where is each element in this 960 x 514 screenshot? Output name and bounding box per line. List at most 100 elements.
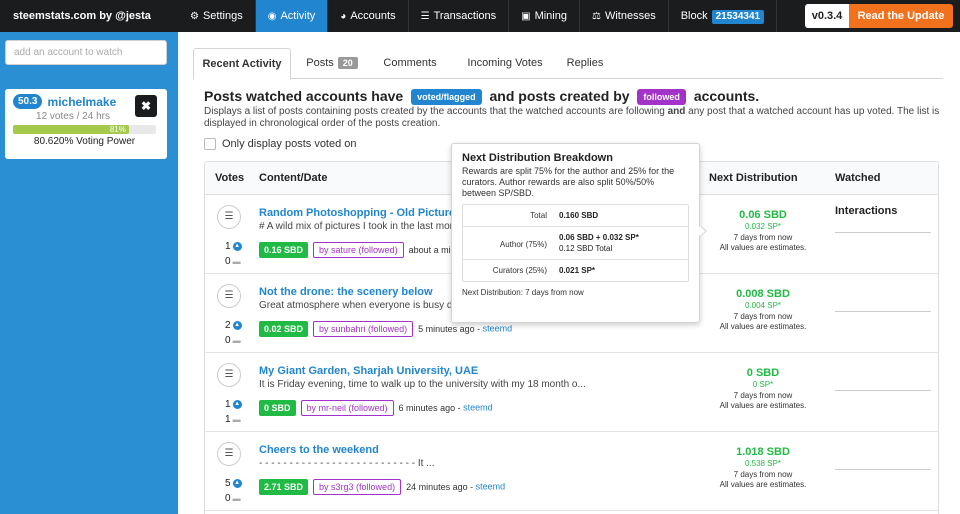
nav-block[interactable]: Block 21534341 — [669, 0, 778, 32]
pie-icon: ◕ — [340, 11, 347, 22]
breakdown-label: Total — [530, 211, 547, 220]
tab-label: Incoming Votes — [467, 57, 543, 69]
breakdown-row-author: Author (75%) 0.06 SBD + 0.032 SP* 0.12 SBD… — [463, 227, 688, 260]
voting-power-fill: 81% — [13, 125, 129, 134]
upvote-icon: ▲ — [232, 320, 242, 330]
voter-link[interactable]: steemd — [463, 402, 493, 412]
title-text: accounts. — [693, 88, 760, 104]
nav-transactions[interactable]: ☰ Transactions — [409, 0, 510, 32]
dist-days: 7 days from now — [733, 391, 793, 400]
nav-label: Transactions — [433, 10, 497, 22]
post-title-link[interactable]: Cheers to the weekend — [259, 444, 379, 456]
section-title: Posts watched accounts have voted/flagge… — [204, 88, 760, 106]
dist-days: 7 days from now — [733, 312, 793, 321]
watched-interactions-bar — [835, 469, 931, 470]
followed-tag: followed — [637, 89, 686, 106]
comment-count: 0 ▬ — [225, 256, 241, 267]
nav-accounts[interactable]: ◕ Accounts — [328, 0, 409, 32]
dist-sbd: 0.008 SBD — [736, 288, 790, 300]
voted-only-filter[interactable]: Only display posts voted on — [204, 138, 357, 151]
dist-sp: 0.032 SP* — [744, 222, 782, 231]
tab-recent-activity[interactable]: Recent Activity — [193, 48, 291, 80]
post-meta: 0 SBD by mr-neil (followed) 6 minutes ago … — [259, 400, 493, 416]
checkbox-label: Only display posts voted on — [222, 138, 357, 150]
upvote-number: 1 — [225, 399, 231, 410]
post-title-link[interactable]: Random Photoshopping - Old Pictures Fu — [259, 207, 478, 219]
tab-label: Replies — [566, 57, 604, 69]
tab-comments[interactable]: Comments — [375, 48, 445, 79]
payout-badge[interactable]: 0.02 SBD — [259, 321, 309, 337]
dist-sbd: 1.018 SBD — [736, 446, 790, 458]
payout-badge[interactable]: 2.71 SBD — [259, 479, 309, 495]
post-age: 6 minutes ago - — [398, 403, 464, 413]
comment-count: 0 ▬ — [225, 493, 241, 504]
dist-estimate-note: All values are estimates. — [719, 243, 807, 252]
breakdown-table: Total 0.160 SBD Author (75%) 0.06 SBD + 0.… — [462, 204, 689, 282]
tab-label: Comments — [383, 57, 437, 69]
remove-account-button[interactable]: ✖ — [135, 95, 157, 117]
block-label: Block — [680, 10, 708, 22]
post-list-icon[interactable]: ☰ — [217, 205, 241, 229]
voter-link[interactable]: steemd — [483, 323, 513, 333]
popup-next-distribution: Next Distribution: 7 days from now — [462, 288, 584, 297]
description-text: Displays a list of posts containing post… — [204, 106, 668, 117]
comment-number: 0 — [225, 493, 231, 504]
upvote-count: 1 ▲ — [225, 399, 242, 410]
payout-badge[interactable]: 0.16 SBD — [259, 242, 309, 258]
author-total: 0.12 SBD Total — [559, 244, 613, 253]
author-label[interactable]: by sunbahri (followed) — [313, 321, 414, 337]
gear-icon: ⚙ — [190, 11, 199, 22]
list-icon: ☰ — [420, 11, 430, 22]
author-label[interactable]: by mr-neil (followed) — [300, 400, 394, 416]
upvote-count: 2 ▲ — [225, 320, 242, 331]
dist-sp: 0 SP* — [752, 380, 774, 389]
read-update-button[interactable]: Read the Update — [849, 4, 953, 28]
nav-settings[interactable]: ⚙ Settings — [178, 0, 256, 32]
tab-incoming-votes[interactable]: Incoming Votes — [455, 48, 555, 79]
comment-number: 0 — [225, 256, 231, 267]
comment-icon: ▬ — [232, 257, 241, 266]
dist-estimate-note: All values are estimates. — [719, 480, 807, 489]
header-content: Content/Date — [259, 172, 328, 184]
brand-title[interactable]: steemstats.com by @jesta — [0, 0, 178, 32]
tab-label: Posts — [306, 57, 334, 69]
nav-mining[interactable]: ▣ Mining — [509, 0, 580, 32]
popup-title: Next Distribution Breakdown — [462, 152, 613, 164]
upvote-number: 5 — [225, 478, 231, 489]
dist-days: 7 days from now — [733, 470, 793, 479]
upvote-icon: ▲ — [232, 241, 242, 251]
voted-only-checkbox[interactable] — [204, 138, 216, 151]
author-label[interactable]: by s3rg3 (followed) — [313, 479, 402, 495]
post-list-icon[interactable]: ☰ — [217, 442, 241, 466]
account-name-link[interactable]: michelmake — [48, 95, 117, 109]
cube-icon: ▣ — [521, 11, 531, 22]
post-list-icon[interactable]: ☰ — [217, 363, 241, 387]
author-label[interactable]: by sature (followed) — [313, 242, 404, 258]
comment-number: 1 — [225, 414, 231, 425]
post-meta: 0.16 SBD by sature (followed) about a minu… — [259, 242, 476, 258]
voter-link[interactable]: steemd — [476, 481, 506, 491]
tab-posts[interactable]: Posts 20 — [297, 48, 367, 79]
post-meta: 2.71 SBD by s3rg3 (followed) 24 minutes ag… — [259, 479, 505, 495]
nav-witnesses[interactable]: ⚖ Witnesses — [580, 0, 669, 32]
distribution-cell: 0 SBD 0 SP* 7 days from now All values a… — [703, 367, 823, 410]
post-snippet: - - - - - - - - - - - - - - - - - - - - … — [259, 458, 435, 469]
upvote-icon: ▲ — [232, 399, 242, 409]
description-emphasis: and — [667, 106, 686, 117]
tab-replies[interactable]: Replies — [555, 48, 615, 79]
payout-badge[interactable]: 0 SBD — [259, 400, 296, 416]
nav-label: Settings — [202, 10, 243, 22]
upvote-count: 5 ▲ — [225, 478, 242, 489]
nav-activity[interactable]: ◉ Activity — [255, 0, 329, 32]
post-title-link[interactable]: Not the drone: the scenery below — [259, 286, 433, 298]
voted-flagged-tag: voted/flagged — [411, 89, 482, 106]
upvote-icon: ▲ — [232, 478, 242, 488]
sidebar: steemstats.com by @jesta 50.3 michelmake… — [0, 0, 178, 514]
comment-number: 0 — [225, 335, 231, 346]
add-account-input[interactable] — [5, 40, 167, 65]
breakdown-value: 0.021 SP* — [559, 266, 596, 275]
distribution-popup: Next Distribution Breakdown Rewards are … — [451, 143, 700, 323]
post-title-link[interactable]: My Giant Garden, Sharjah University, UAE — [259, 365, 478, 377]
breakdown-row-curators: Curators (25%) 0.021 SP* — [463, 260, 688, 281]
post-list-icon[interactable]: ☰ — [217, 284, 241, 308]
